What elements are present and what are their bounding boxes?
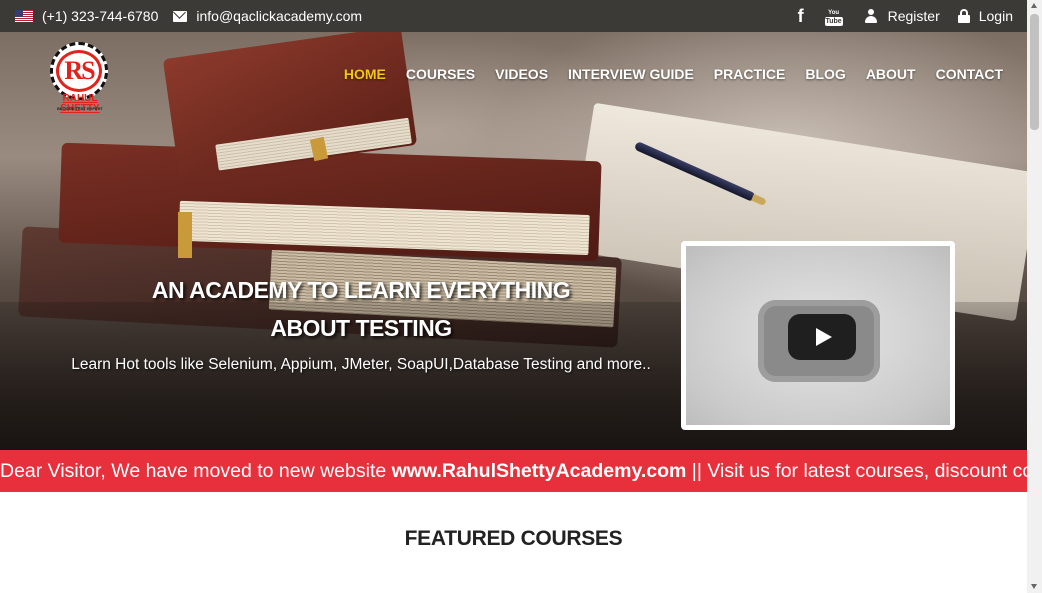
play-icon[interactable]: [788, 314, 856, 360]
lock-icon: [957, 9, 970, 23]
hero-subtitle: Learn Hot tools like Selenium, Appium, J…: [71, 356, 651, 373]
hero-book-image: [58, 142, 602, 262]
scroll-up-arrow-icon[interactable]: [1031, 3, 1037, 8]
bookmark-ribbon: [178, 212, 192, 258]
announcement-prefix: Dear Visitor, We have moved to new websi…: [0, 460, 392, 482]
youtube-icon[interactable]: You Tube: [824, 7, 843, 26]
email-link[interactable]: info@qaclickacademy.com: [196, 8, 362, 24]
logo-tagline: BECOME TEST EXPERT: [56, 106, 103, 111]
account-links: f You Tube Register Login: [798, 0, 1013, 32]
hero-title: AN ACADEMY TO LEARN EVERYTHING ABOUT TES…: [151, 277, 571, 341]
video-thumbnail: [686, 246, 950, 425]
nav-about[interactable]: ABOUT: [866, 66, 916, 82]
nav-contact[interactable]: CONTACT: [936, 66, 1003, 82]
nav-blog[interactable]: BLOG: [805, 66, 845, 82]
site-logo[interactable]: RS RAHUL SHETTY BECOME TEST EXPERT: [42, 38, 118, 114]
register-link[interactable]: Register: [888, 8, 940, 24]
video-player[interactable]: [681, 241, 955, 430]
login-link[interactable]: Login: [979, 8, 1013, 24]
contact-info: (+1) 323-744-6780 info@qaclickacademy.co…: [15, 0, 362, 32]
scroll-down-arrow-icon[interactable]: [1031, 584, 1037, 589]
announcement-link[interactable]: www.RahulShettyAcademy.com: [392, 460, 687, 482]
user-icon: [864, 9, 878, 23]
nav-videos[interactable]: VIDEOS: [495, 66, 548, 82]
mail-icon: [173, 10, 188, 22]
logo-monogram: RS: [56, 50, 102, 92]
us-flag-icon: [15, 10, 33, 22]
announcement-banner: Dear Visitor, We have moved to new websi…: [0, 450, 1027, 492]
top-bar: (+1) 323-744-6780 info@qaclickacademy.co…: [0, 0, 1027, 32]
facebook-icon[interactable]: f: [798, 6, 804, 27]
phone-number[interactable]: (+1) 323-744-6780: [42, 8, 158, 24]
nav-home[interactable]: HOME: [344, 66, 386, 82]
main-nav: HOME COURSES VIDEOS INTERVIEW GUIDE PRAC…: [344, 66, 1003, 82]
featured-courses-heading: FEATURED COURSES: [404, 527, 623, 550]
announcement-suffix: || Visit us for latest courses, discount…: [686, 460, 1027, 482]
nav-interview-guide[interactable]: INTERVIEW GUIDE: [568, 66, 694, 82]
page-scrollbar[interactable]: [1027, 0, 1042, 593]
scrollbar-thumb[interactable]: [1030, 14, 1039, 130]
nav-courses[interactable]: COURSES: [406, 66, 475, 82]
nav-practice[interactable]: PRACTICE: [714, 66, 786, 82]
